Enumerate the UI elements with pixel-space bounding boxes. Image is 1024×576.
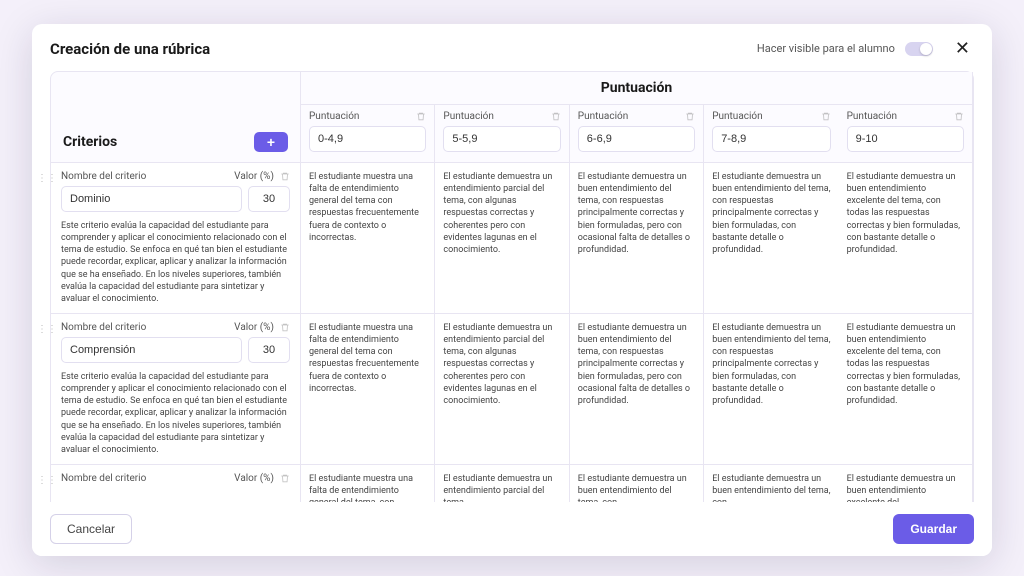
cancel-button[interactable]: Cancelar: [50, 514, 132, 544]
rubric-modal: Creación de una rúbrica Hacer visible pa…: [32, 24, 992, 556]
score-column-2: Puntuación: [570, 105, 704, 163]
criterion-description[interactable]: Este criterio evalúa la capacidad del es…: [61, 220, 290, 305]
criterion-name-input[interactable]: [61, 186, 242, 212]
rubric-cell[interactable]: El estudiante demuestra un entendimiento…: [435, 465, 569, 502]
score-range-input[interactable]: [309, 126, 426, 152]
criterion-value-input[interactable]: [248, 337, 290, 363]
score-label: Puntuación: [578, 111, 628, 122]
visibility-toggle[interactable]: [905, 42, 933, 56]
score-range-input[interactable]: [847, 126, 964, 152]
score-column-4: Puntuación: [839, 105, 973, 163]
trash-icon[interactable]: [280, 322, 290, 333]
score-label: Puntuación: [712, 111, 762, 122]
drag-handle-icon[interactable]: ⋮⋮: [37, 173, 57, 184]
rubric-cell[interactable]: El estudiante demuestra un buen entendim…: [839, 163, 973, 314]
modal-body[interactable]: Criterios + Puntuación Puntuación Puntua…: [32, 71, 992, 502]
close-icon[interactable]: ✕: [951, 36, 974, 61]
rubric-cell[interactable]: El estudiante demuestra un buen entendim…: [704, 163, 838, 314]
criteria-header-cell: Criterios +: [51, 72, 301, 163]
scores-heading: Puntuación: [301, 72, 973, 105]
rubric-cell[interactable]: El estudiante muestra una falta de enten…: [301, 163, 435, 314]
trash-icon[interactable]: [280, 473, 290, 484]
score-label: Puntuación: [847, 111, 897, 122]
criteria-heading: Criterios: [63, 134, 117, 150]
criterion-name-label: Nombre del criterio: [61, 171, 146, 182]
rubric-grid: Criterios + Puntuación Puntuación Puntua…: [50, 71, 974, 502]
criterion-description[interactable]: Este criterio evalúa la capacidad del es…: [61, 371, 290, 456]
criterion-value-label: Valor (%): [234, 322, 274, 333]
rubric-cell[interactable]: El estudiante demuestra un buen entendim…: [704, 465, 838, 502]
trash-icon[interactable]: [685, 111, 695, 122]
drag-handle-icon[interactable]: ⋮⋮: [37, 324, 57, 335]
criterion-name-label: Nombre del criterio: [61, 322, 146, 333]
criterion-row: ⋮⋮ Nombre del criterio Valor (%) Este cr…: [51, 163, 301, 314]
criterion-value-input[interactable]: [248, 186, 290, 212]
add-criterion-button[interactable]: +: [254, 132, 288, 152]
rubric-cell[interactable]: El estudiante muestra una falta de enten…: [301, 314, 435, 465]
save-button[interactable]: Guardar: [893, 514, 974, 544]
trash-icon[interactable]: [821, 111, 831, 122]
rubric-cell[interactable]: El estudiante demuestra un entendimiento…: [435, 163, 569, 314]
rubric-cell[interactable]: El estudiante demuestra un buen entendim…: [570, 314, 704, 465]
score-range-input[interactable]: [578, 126, 695, 152]
rubric-cell[interactable]: El estudiante demuestra un buen entendim…: [839, 314, 973, 465]
score-column-0: Puntuación: [301, 105, 435, 163]
modal-header: Creación de una rúbrica Hacer visible pa…: [32, 24, 992, 71]
drag-handle-icon[interactable]: ⋮⋮: [37, 475, 57, 486]
criterion-row: ⋮⋮ Nombre del criterio Valor (%): [51, 465, 301, 502]
criterion-value-label: Valor (%): [234, 473, 274, 484]
criterion-value-label: Valor (%): [234, 171, 274, 182]
rubric-cell[interactable]: El estudiante muestra una falta de enten…: [301, 465, 435, 502]
score-label: Puntuación: [443, 111, 493, 122]
rubric-cell[interactable]: El estudiante demuestra un buen entendim…: [839, 465, 973, 502]
trash-icon[interactable]: [954, 111, 964, 122]
score-column-3: Puntuación: [704, 105, 838, 163]
score-label: Puntuación: [309, 111, 359, 122]
visibility-label: Hacer visible para el alumno: [757, 42, 895, 55]
rubric-cell[interactable]: El estudiante demuestra un buen entendim…: [570, 163, 704, 314]
rubric-cell[interactable]: El estudiante demuestra un entendimiento…: [435, 314, 569, 465]
rubric-cell[interactable]: El estudiante demuestra un buen entendim…: [570, 465, 704, 502]
modal-title: Creación de una rúbrica: [50, 40, 210, 58]
modal-footer: Cancelar Guardar: [32, 502, 992, 556]
trash-icon[interactable]: [280, 171, 290, 182]
score-range-input[interactable]: [443, 126, 560, 152]
criterion-name-input[interactable]: [61, 337, 242, 363]
criterion-name-label: Nombre del criterio: [61, 473, 146, 484]
trash-icon[interactable]: [551, 111, 561, 122]
trash-icon[interactable]: [416, 111, 426, 122]
criterion-row: ⋮⋮ Nombre del criterio Valor (%) Este cr…: [51, 314, 301, 465]
rubric-cell[interactable]: El estudiante demuestra un buen entendim…: [704, 314, 838, 465]
score-column-1: Puntuación: [435, 105, 569, 163]
score-range-input[interactable]: [712, 126, 830, 152]
